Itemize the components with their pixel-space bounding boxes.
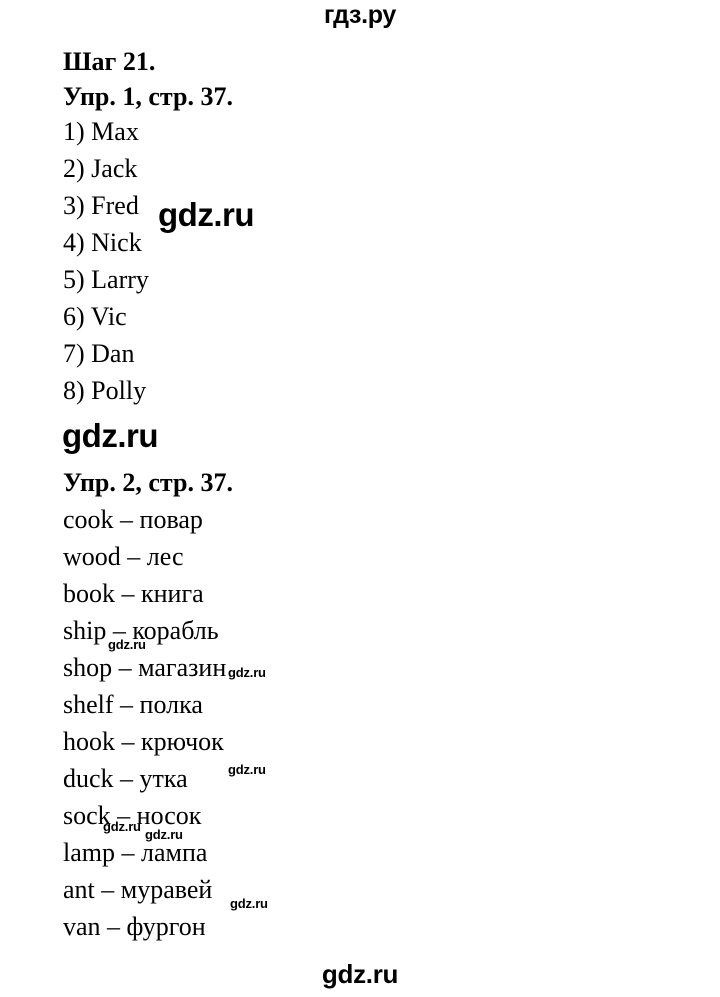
list-item: 4) Nick (63, 228, 142, 257)
site-header: гдз.ру (0, 0, 720, 30)
list-item: 6) Vic (63, 302, 127, 331)
list-item: ant – муравей (63, 875, 213, 904)
step-heading: Шаг 21. (63, 47, 156, 76)
list-item: shelf – полка (63, 690, 203, 719)
exercise-2-answer-list: cook – повар wood – лес book – книга shi… (63, 501, 663, 945)
site-footer: gdz.ru (0, 959, 720, 989)
list-item: lamp – лампа (63, 838, 208, 867)
solution-content: Шаг 21. Упр. 1, стр. 37. 1) Max 2) Jack … (63, 45, 663, 945)
list-item: 7) Dan (63, 339, 135, 368)
list-item: 1) Max (63, 117, 139, 146)
list-item: duck – утка (63, 764, 188, 793)
list-item: 8) Polly (63, 376, 147, 405)
list-item: 2) Jack (63, 154, 138, 183)
list-item: book – книга (63, 579, 204, 608)
page-root: гдз.ру Шаг 21. Упр. 1, стр. 37. 1) Max 2… (0, 0, 720, 997)
list-item: ship – корабль (63, 616, 219, 645)
list-item: 5) Larry (63, 265, 149, 294)
list-item: van – фургон (63, 912, 206, 941)
list-item: shop – магазин (63, 653, 227, 682)
exercise-2-heading: Упр. 2, стр. 37. (63, 468, 233, 497)
list-item: wood – лес (63, 542, 184, 571)
list-item: sock – носок (63, 801, 202, 830)
site-logo-top[interactable]: гдз.ру (324, 0, 396, 30)
list-item: hook – крючок (63, 727, 224, 756)
list-item: cook – повар (63, 505, 203, 534)
exercise-1-answer-list: 1) Max 2) Jack 3) Fred 4) Nick 5) Larry … (63, 113, 663, 409)
site-logo-bottom[interactable]: gdz.ru (322, 959, 398, 989)
exercise-1-heading: Упр. 1, стр. 37. (63, 82, 233, 111)
list-item: 3) Fred (63, 191, 139, 220)
